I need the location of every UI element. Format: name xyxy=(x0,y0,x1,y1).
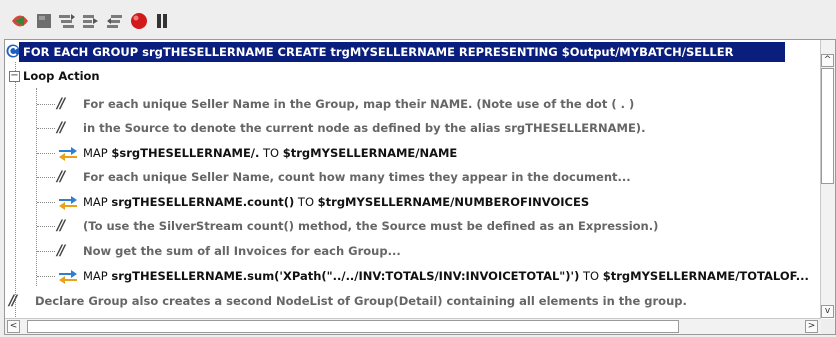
stop-icon[interactable] xyxy=(34,11,54,31)
toolbar xyxy=(0,0,836,38)
map-icon xyxy=(57,268,79,291)
tree-guide xyxy=(37,153,55,154)
map-statement: MAP srgTHESELLERNAME.sum('XPath("../../I… xyxy=(83,269,809,283)
step-into-icon[interactable] xyxy=(81,11,101,31)
collapse-toggle[interactable]: − xyxy=(9,71,20,82)
tree-guide xyxy=(36,88,37,286)
horizontal-scroll-thumb[interactable] xyxy=(27,320,679,333)
tree-guide xyxy=(15,62,16,317)
run-icon[interactable] xyxy=(10,11,30,31)
comment-text: Declare Group also creates a second Node… xyxy=(35,294,687,308)
scrollbar-corner xyxy=(821,319,835,334)
tree-guide xyxy=(37,104,55,105)
comment-icon: // xyxy=(57,243,65,259)
comment-icon: // xyxy=(57,218,65,234)
scroll-down-button[interactable]: v xyxy=(821,305,834,318)
comment-text: For each unique Seller Name in the Group… xyxy=(83,97,635,111)
comment-text: (To use the SilverStream count() method,… xyxy=(83,219,659,233)
horizontal-scrollbar[interactable]: < > xyxy=(5,318,821,334)
comment-text: For each unique Seller Name, count how m… xyxy=(83,170,631,184)
tree-guide xyxy=(37,177,55,178)
tree-guide xyxy=(37,128,55,129)
action-editor: FOR EACH GROUP srgTHESELLERNAME CREATE t… xyxy=(4,39,836,335)
comment-icon: // xyxy=(9,293,17,309)
tree-guide xyxy=(37,226,55,227)
loop-action-label: Loop Action xyxy=(23,69,100,83)
tree-guide xyxy=(37,276,55,277)
tree-guide xyxy=(37,251,55,252)
pause-icon[interactable] xyxy=(152,11,172,31)
map-icon xyxy=(57,194,79,217)
map-icon xyxy=(57,145,79,168)
step-over-icon[interactable] xyxy=(57,11,77,31)
comment-icon: // xyxy=(57,96,65,112)
vertical-scroll-thumb[interactable] xyxy=(821,68,834,184)
map-statement: MAP $srgTHESELLERNAME/. TO $trgMYSELLERN… xyxy=(83,146,458,160)
for-each-row[interactable]: FOR EACH GROUP srgTHESELLERNAME CREATE t… xyxy=(5,40,785,62)
comment-text: in the Source to denote the current node… xyxy=(83,121,646,135)
comment-icon: // xyxy=(57,169,65,185)
scroll-up-button[interactable]: ^ xyxy=(821,54,834,67)
selected-statement: FOR EACH GROUP srgTHESELLERNAME CREATE t… xyxy=(19,42,785,62)
comment-icon: // xyxy=(57,120,65,136)
action-tree: FOR EACH GROUP srgTHESELLERNAME CREATE t… xyxy=(5,40,821,318)
vertical-scrollbar[interactable]: ^ v xyxy=(820,40,835,318)
tree-guide xyxy=(37,202,55,203)
comment-text: Now get the sum of all Invoices for each… xyxy=(83,244,401,258)
step-out-icon[interactable] xyxy=(105,11,125,31)
scroll-left-button[interactable]: < xyxy=(7,320,20,333)
breakpoint-icon[interactable] xyxy=(129,11,149,31)
loop-icon xyxy=(6,43,20,66)
map-statement: MAP srgTHESELLERNAME.count() TO $trgMYSE… xyxy=(83,195,590,209)
scroll-right-button[interactable]: > xyxy=(805,320,818,333)
